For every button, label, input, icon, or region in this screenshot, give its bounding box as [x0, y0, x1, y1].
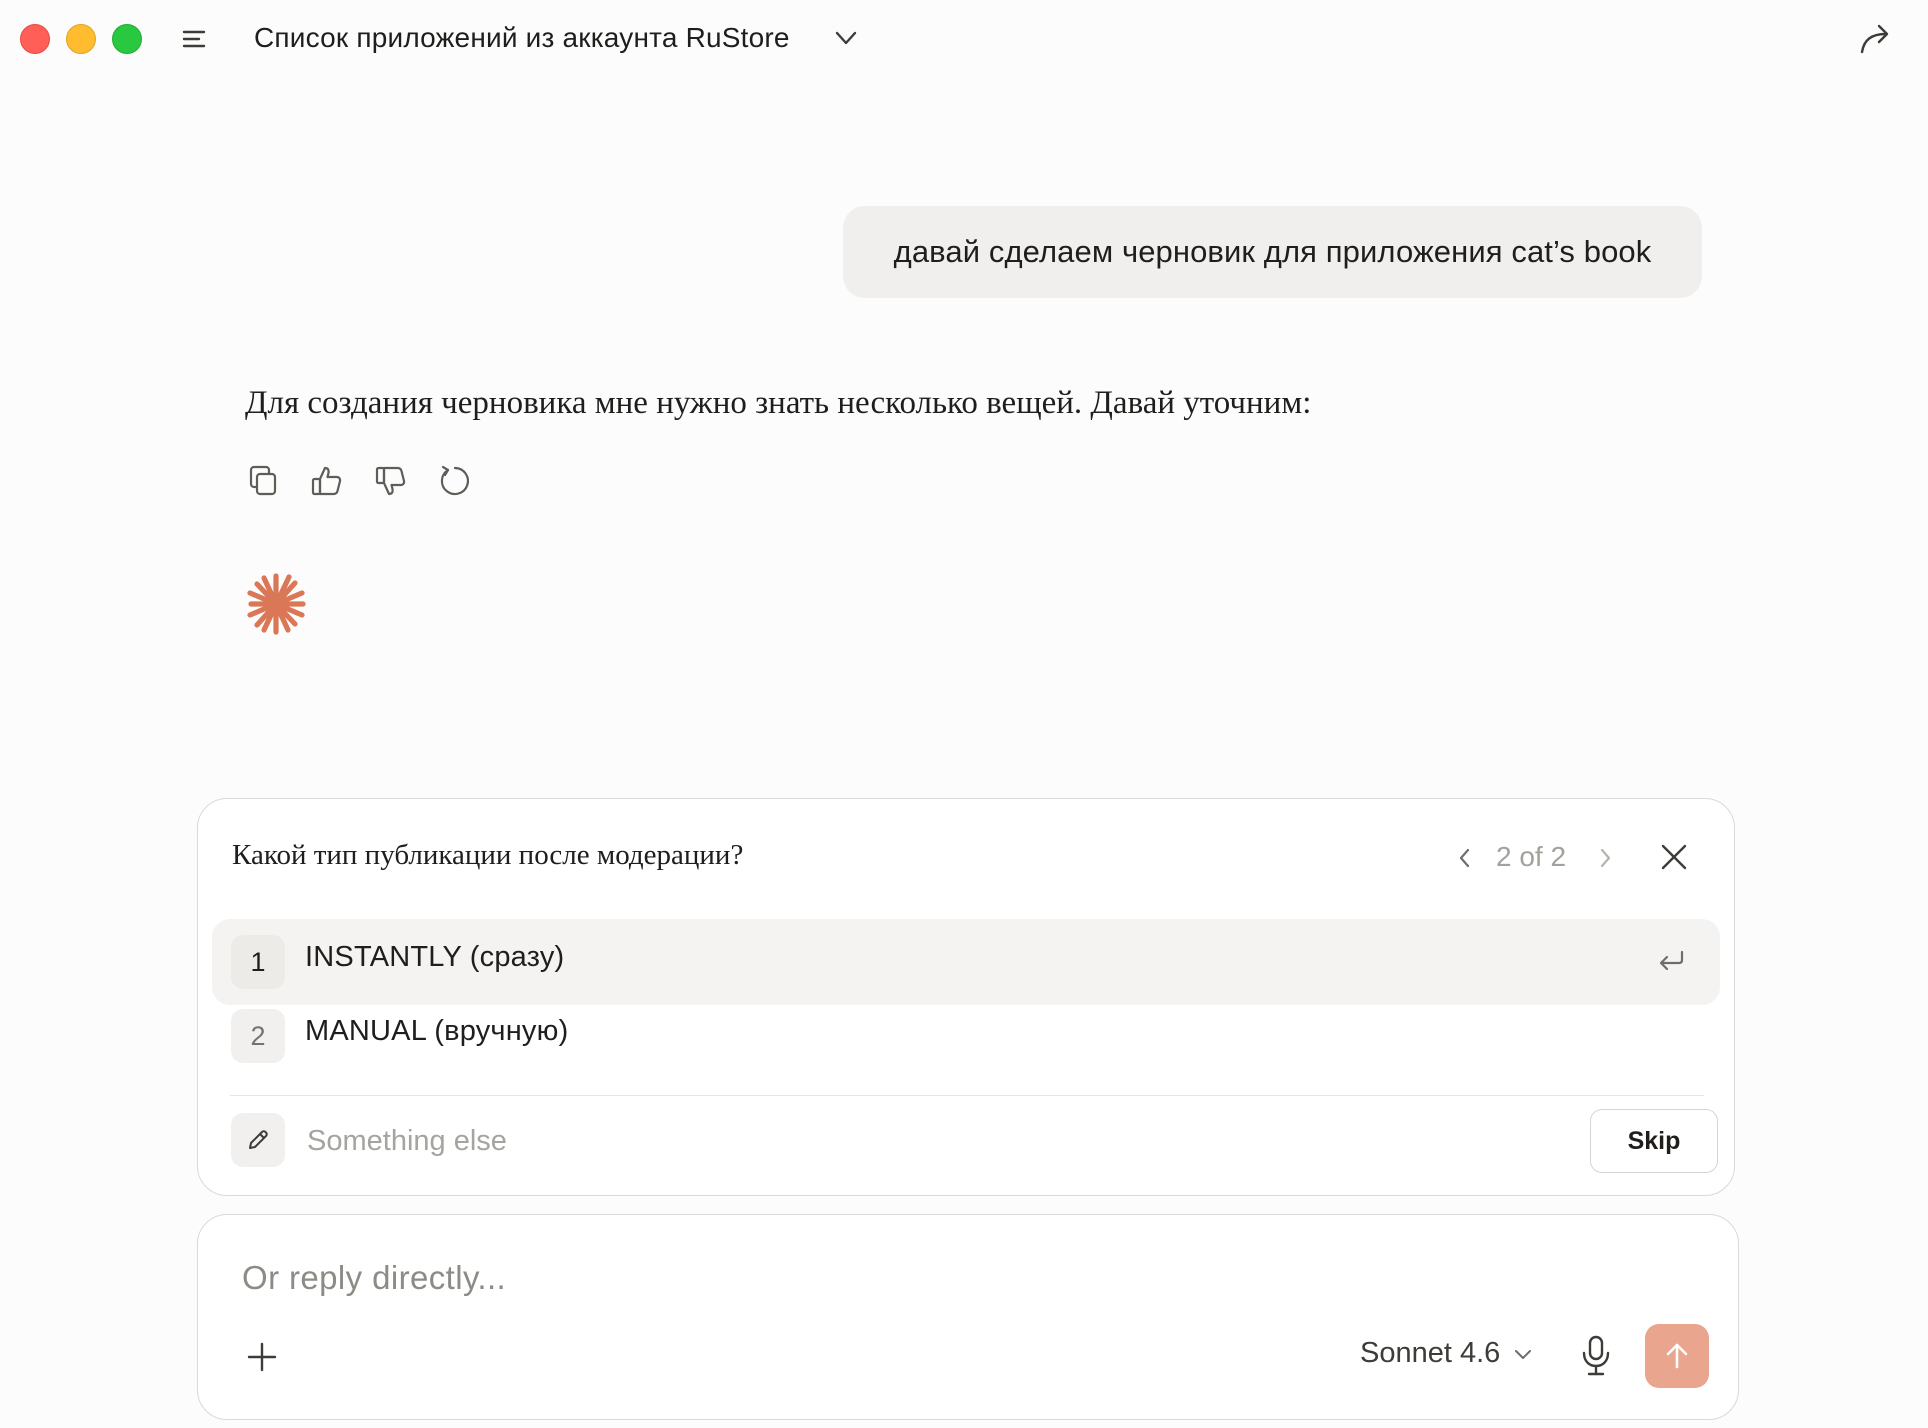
question-text: Какой тип публикации после модерации?: [232, 839, 744, 871]
minimize-window-button[interactable]: [66, 24, 96, 54]
other-answer-row: Skip: [212, 1101, 1720, 1187]
enter-icon: [1656, 947, 1688, 977]
divider: [230, 1095, 1704, 1096]
thumbs-down-icon[interactable]: [373, 462, 409, 500]
option-number: 1: [231, 935, 285, 989]
spark-icon: [242, 570, 310, 638]
answer-option-2[interactable]: 2 MANUAL (вручную): [212, 993, 1720, 1079]
something-else-input[interactable]: [305, 1115, 1309, 1167]
share-arrow-icon[interactable]: [1856, 20, 1894, 58]
plus-icon[interactable]: [244, 1339, 280, 1375]
title-bar: Список приложений из аккаунта RuStore: [0, 0, 1928, 78]
option-label: INSTANTLY (сразу): [305, 941, 565, 973]
app-window: Список приложений из аккаунта RuStore да…: [0, 0, 1928, 1428]
chat-title[interactable]: Список приложений из аккаунта RuStore: [254, 18, 790, 58]
message-actions: [245, 462, 473, 500]
sidebar-toggle-icon[interactable]: [180, 25, 210, 53]
microphone-icon[interactable]: [1576, 1333, 1616, 1379]
close-window-button[interactable]: [20, 24, 50, 54]
copy-icon[interactable]: [245, 462, 281, 500]
composer: Sonnet 4.6: [197, 1214, 1739, 1420]
thumbs-up-icon[interactable]: [309, 462, 345, 500]
pencil-icon: [231, 1113, 285, 1167]
reply-input[interactable]: [240, 1249, 1444, 1307]
question-pager: 2 of 2: [1496, 841, 1567, 872]
maximize-window-button[interactable]: [112, 24, 142, 54]
model-selector[interactable]: Sonnet 4.6: [1360, 1337, 1534, 1370]
model-name: Sonnet 4.6: [1360, 1337, 1501, 1369]
chevron-right-icon[interactable]: [1592, 845, 1618, 871]
user-message-text: давай сделаем черновик для приложения ca…: [893, 234, 1652, 269]
chevron-down-icon: [1515, 1349, 1532, 1359]
skip-button[interactable]: Skip: [1590, 1109, 1718, 1173]
retry-icon[interactable]: [437, 462, 473, 500]
chevron-left-icon[interactable]: [1452, 845, 1478, 871]
send-button[interactable]: [1645, 1324, 1709, 1388]
assistant-message-text: Для создания черновика мне нужно знать н…: [245, 385, 1312, 421]
option-number: 2: [231, 1009, 285, 1063]
option-label: MANUAL (вручную): [305, 1015, 569, 1047]
chevron-down-icon[interactable]: [832, 24, 860, 52]
close-icon[interactable]: [1658, 841, 1690, 873]
user-message-bubble: давай сделаем черновик для приложения ca…: [843, 206, 1702, 298]
question-card: Какой тип публикации после модерации? 2 …: [197, 798, 1735, 1196]
arrow-up-icon: [1666, 1343, 1688, 1369]
